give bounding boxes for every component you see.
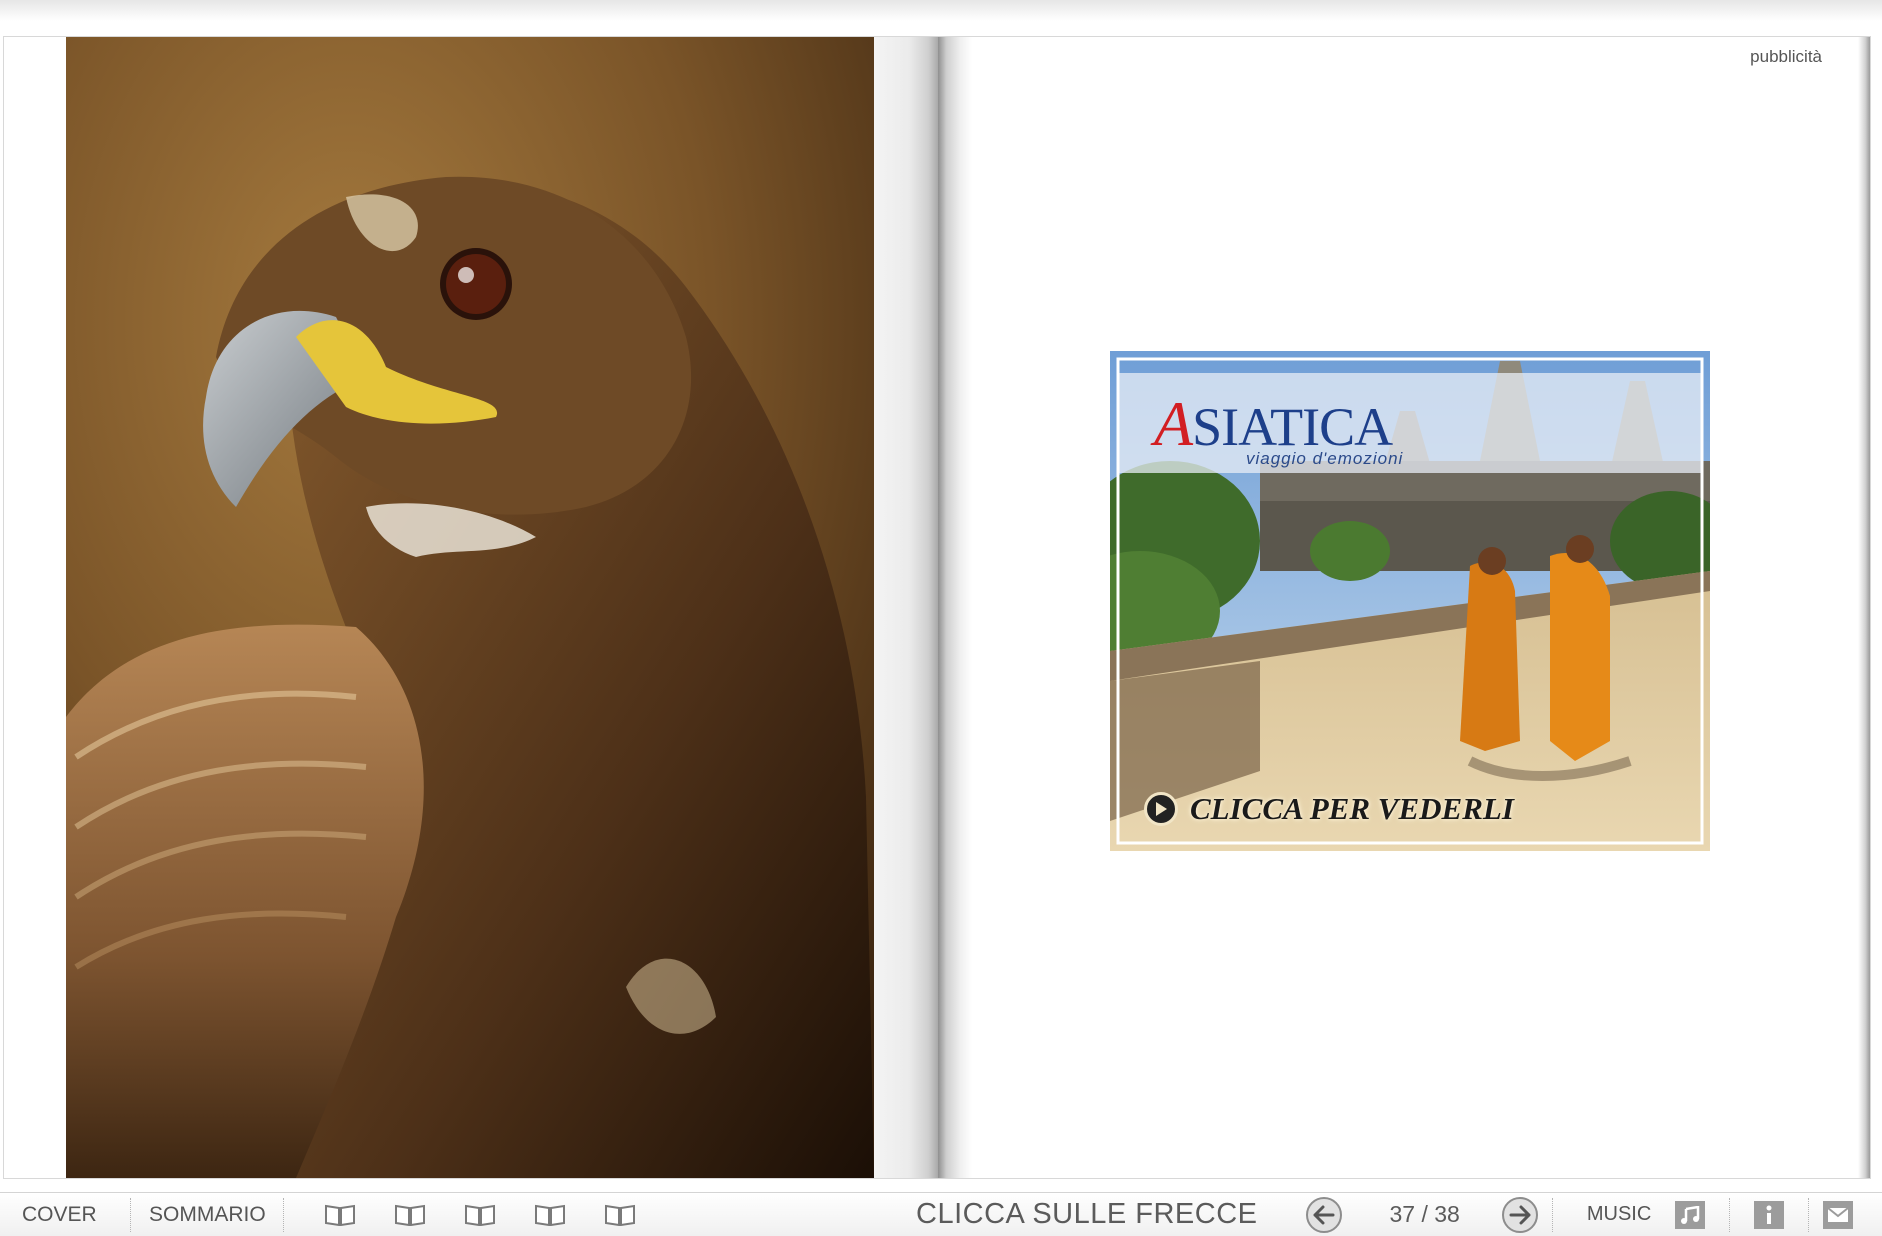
ad-cta[interactable]: CLICCA PER VEDERLI [1144,789,1514,829]
cover-button[interactable]: COVER [22,1195,130,1235]
info-icon[interactable] [1754,1200,1785,1229]
book-view-4-icon[interactable] [534,1202,566,1228]
book-view-3-icon[interactable] [464,1202,496,1228]
page-counter: 37 / 38 [1389,1201,1460,1227]
logo-initial: A [1154,388,1193,459]
music-button[interactable]: MUSIC [1587,1195,1651,1235]
top-shadow [0,0,1882,30]
asiatica-ad-banner[interactable]: ASIATICA viaggio d'emozioni CLICCA PER V… [1110,351,1710,851]
ad-tagline: viaggio d'emozioni [1246,449,1404,468]
left-page[interactable] [4,37,938,1178]
toolbar-separator [130,1197,131,1232]
logo-text: SIATICA [1192,397,1393,457]
right-gutter-shadow [938,37,972,1178]
view-mode-group [324,1202,636,1228]
sommario-button[interactable]: SOMMARIO [149,1195,283,1235]
toolbar-separator [1729,1197,1731,1232]
left-gutter-shadow [874,37,938,1178]
toolbar-separator [283,1197,284,1232]
right-page[interactable]: pubblicità ASIATICA viaggio d'emozioni C… [938,37,1870,1178]
viewer-toolbar: COVER SOMMARIO CLICCA SULLE FRECCE 37 / … [0,1192,1882,1236]
flipbook-viewer: pubblicità ASIATICA viaggio d'emozioni C… [0,0,1882,1236]
eagle-photo [66,37,874,1178]
nav-hint: CLICCA SULLE FRECCE [916,1198,1258,1230]
ad-cta-label: CLICCA PER VEDERLI [1190,791,1514,826]
book-view-2-icon[interactable] [394,1202,426,1228]
music-button-label: MUSIC [1586,1203,1652,1225]
book-spread: pubblicità ASIATICA viaggio d'emozioni C… [3,36,1871,1179]
book-view-5-icon[interactable] [604,1202,636,1228]
sommario-button-label: SOMMARIO [149,1202,266,1226]
book-view-1-icon[interactable] [324,1202,356,1228]
arrow-left-icon[interactable] [1305,1196,1342,1233]
arrow-right-icon[interactable] [1501,1196,1538,1233]
cover-button-label: COVER [22,1202,97,1226]
mail-icon[interactable] [1823,1200,1854,1229]
page-edge [1858,37,1870,1178]
toolbar-separator [1551,1197,1553,1232]
music-note-icon[interactable] [1675,1200,1706,1229]
play-circle-icon [1144,792,1178,826]
section-label: pubblicità [1750,47,1822,66]
toolbar-separator [1808,1197,1810,1232]
